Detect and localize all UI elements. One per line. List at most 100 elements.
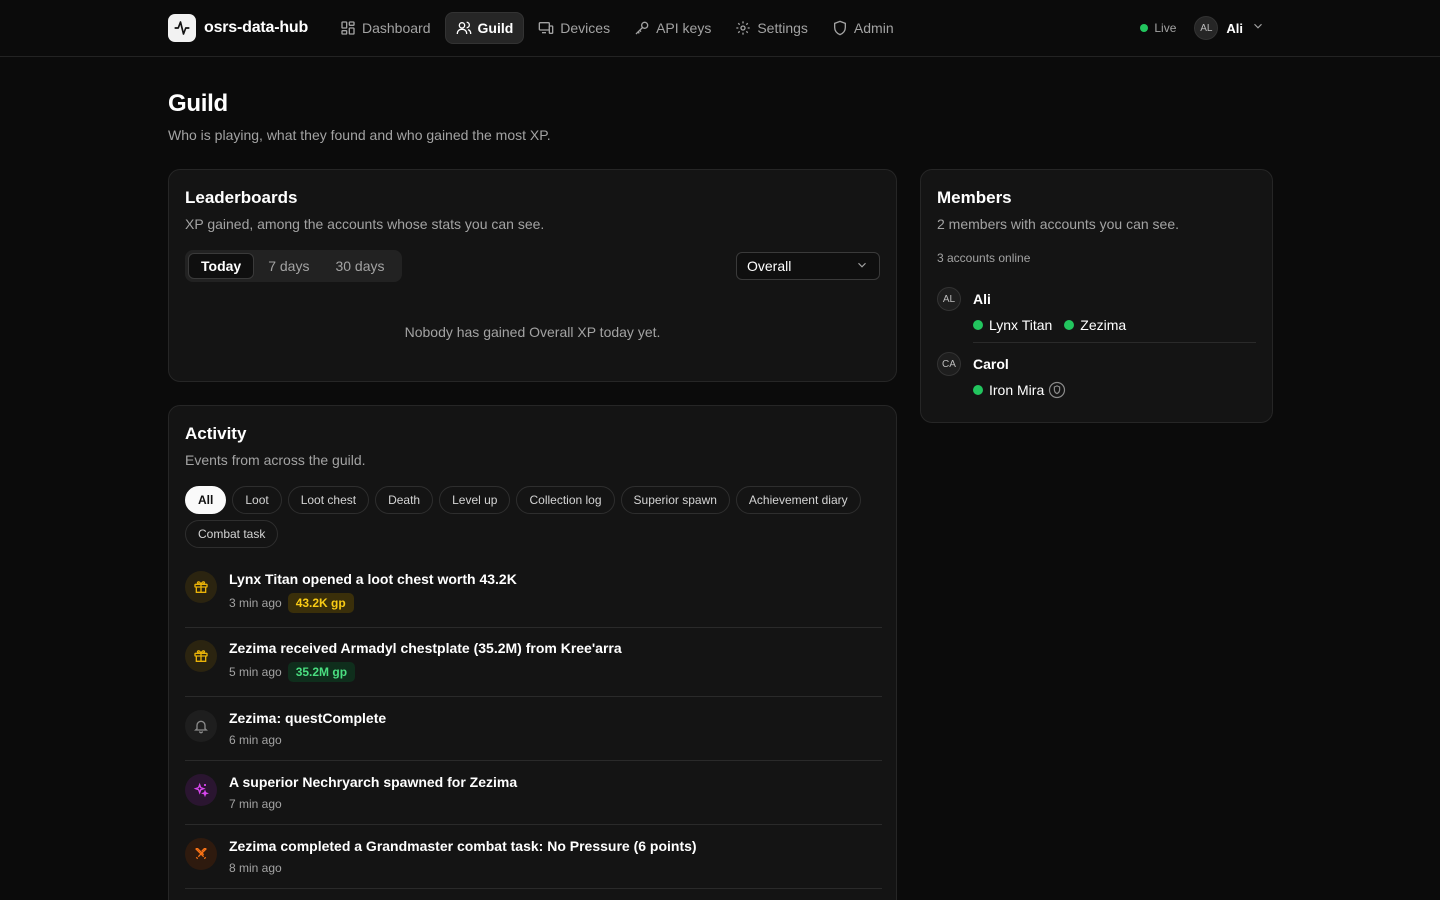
nav-label: Devices xyxy=(560,20,611,36)
devices-icon xyxy=(538,20,554,36)
filter-death[interactable]: Death xyxy=(375,486,434,514)
leaderboard-empty-message: Nobody has gained Overall XP today yet. xyxy=(404,324,661,340)
filter-all[interactable]: All xyxy=(185,486,227,514)
top-nav-bar: osrs-data-hub Dashboard Guild Devices AP… xyxy=(0,0,1440,57)
skill-select[interactable]: Overall xyxy=(736,252,880,280)
member-row: CA Carol Iron Mira xyxy=(937,352,1257,400)
bell-icon xyxy=(185,710,217,742)
member-row: AL Ali Lynx Titan Zezima xyxy=(937,287,1257,335)
live-label: Live xyxy=(1154,21,1177,35)
user-name: Ali xyxy=(1226,20,1243,36)
online-dot-icon xyxy=(973,385,983,395)
activity-item[interactable]: Zezima received Armadyl chestplate (35.2… xyxy=(185,628,882,697)
live-indicator: Live xyxy=(1140,21,1176,35)
online-dot-icon xyxy=(973,320,983,330)
gear-icon xyxy=(735,20,751,36)
users-icon xyxy=(456,20,472,36)
member-name: Carol xyxy=(973,356,1009,372)
nav-item-admin[interactable]: Admin xyxy=(822,12,904,44)
filter-level-up[interactable]: Level up xyxy=(439,486,511,514)
leaderboards-title: Leaderboards xyxy=(185,188,298,207)
activity-title: Activity xyxy=(185,424,247,443)
filter-loot-chest[interactable]: Loot chest xyxy=(287,486,370,514)
swords-icon xyxy=(185,838,217,870)
dashboard-icon xyxy=(340,20,356,36)
activity-title-text: A superior Nechryarch spawned for Zezima xyxy=(229,774,518,790)
activity-card: Activity Events from across the guild. A… xyxy=(168,405,897,900)
filter-combat-task[interactable]: Combat task xyxy=(185,520,279,548)
tab-30-days[interactable]: 30 days xyxy=(323,253,396,279)
nav-label: Admin xyxy=(853,20,894,36)
avatar: AL xyxy=(937,287,961,311)
member-divider xyxy=(973,342,1256,343)
filter-loot[interactable]: Loot xyxy=(232,486,282,514)
ironman-shield-icon xyxy=(1048,381,1066,399)
page-title: Guild xyxy=(168,90,228,117)
members-description: 2 members with accounts you can see. xyxy=(937,216,1180,232)
user-menu-button[interactable]: AL Ali xyxy=(1194,16,1265,40)
activity-feed: Lynx Titan opened a loot chest worth 43.… xyxy=(185,566,882,889)
gp-value-badge: 43.2K gp xyxy=(287,593,354,613)
shield-icon xyxy=(832,20,848,36)
account-name: Iron Mira xyxy=(989,382,1045,398)
gift-icon xyxy=(185,640,217,672)
nav-item-settings[interactable]: Settings xyxy=(725,12,818,44)
tab-7-days[interactable]: 7 days xyxy=(256,253,321,279)
activity-title-text: Zezima: questComplete xyxy=(229,710,387,726)
nav-label: Guild xyxy=(477,20,514,36)
account-chip[interactable]: Zezima xyxy=(1064,317,1126,333)
nav-item-guild[interactable]: Guild xyxy=(444,12,525,44)
activity-item[interactable]: Zezima: questComplete 6 min ago xyxy=(185,697,882,761)
activity-time: 7 min ago xyxy=(229,797,282,811)
page-subtitle: Who is playing, what they found and who … xyxy=(168,127,551,143)
member-name: Ali xyxy=(973,291,991,307)
activity-item[interactable]: Zezima completed a Grandmaster combat ta… xyxy=(185,825,882,889)
activity-title-text: Zezima received Armadyl chestplate (35.2… xyxy=(229,640,622,656)
gift-icon xyxy=(185,571,217,603)
filter-collection-log[interactable]: Collection log xyxy=(516,486,615,514)
filter-superior-spawn[interactable]: Superior spawn xyxy=(620,486,730,514)
sparkles-icon xyxy=(185,774,217,806)
activity-pulse-icon xyxy=(168,14,196,42)
leaderboards-description: XP gained, among the accounts whose stat… xyxy=(185,216,545,232)
live-dot-icon xyxy=(1140,24,1149,32)
activity-title-text: Zezima completed a Grandmaster combat ta… xyxy=(229,838,697,854)
key-icon xyxy=(634,20,650,36)
range-tabs: Today 7 days 30 days xyxy=(185,250,402,282)
nav-label: Dashboard xyxy=(362,20,431,36)
avatar: AL xyxy=(1194,16,1219,40)
activity-item[interactable]: A superior Nechryarch spawned for Zezima… xyxy=(185,761,882,825)
online-count: 3 accounts online xyxy=(937,251,1031,265)
brand[interactable]: osrs-data-hub xyxy=(168,14,308,42)
main-nav: Dashboard Guild Devices API keys Setting… xyxy=(330,12,904,44)
skill-select-value: Overall xyxy=(747,258,792,274)
chevron-down-icon xyxy=(1251,19,1265,38)
nav-item-devices[interactable]: Devices xyxy=(528,12,620,44)
activity-time: 6 min ago xyxy=(229,733,282,747)
brand-name: osrs-data-hub xyxy=(204,19,309,36)
activity-time: 3 min ago xyxy=(229,596,282,610)
filter-achievement-diary[interactable]: Achievement diary xyxy=(735,486,861,514)
nav-item-dashboard[interactable]: Dashboard xyxy=(330,12,441,44)
account-name: Zezima xyxy=(1080,317,1127,333)
nav-label: API keys xyxy=(656,20,712,36)
gp-value-badge: 35.2M gp xyxy=(287,662,356,682)
top-right-area: Live AL Ali xyxy=(1140,14,1265,42)
leaderboards-card: Leaderboards XP gained, among the accoun… xyxy=(168,169,897,382)
activity-time: 8 min ago xyxy=(229,861,282,875)
activity-time: 5 min ago xyxy=(229,665,282,679)
members-title: Members xyxy=(937,188,1012,207)
activity-item[interactable]: Lynx Titan opened a loot chest worth 43.… xyxy=(185,566,882,628)
nav-item-api-keys[interactable]: API keys xyxy=(624,12,721,44)
account-chip[interactable]: Lynx Titan xyxy=(973,317,1052,333)
activity-title-text: Lynx Titan opened a loot chest worth 43.… xyxy=(229,571,517,587)
online-dot-icon xyxy=(1064,320,1075,330)
avatar: CA xyxy=(937,352,961,376)
account-name: Lynx Titan xyxy=(989,317,1053,333)
activity-filters: All Loot Loot chest Death Level up Colle… xyxy=(185,486,885,548)
account-chip[interactable]: Iron Mira xyxy=(973,381,1066,399)
members-card: Members 2 members with accounts you can … xyxy=(920,169,1273,423)
tab-today[interactable]: Today xyxy=(188,253,255,279)
activity-description: Events from across the guild. xyxy=(185,452,366,468)
nav-label: Settings xyxy=(757,20,808,36)
